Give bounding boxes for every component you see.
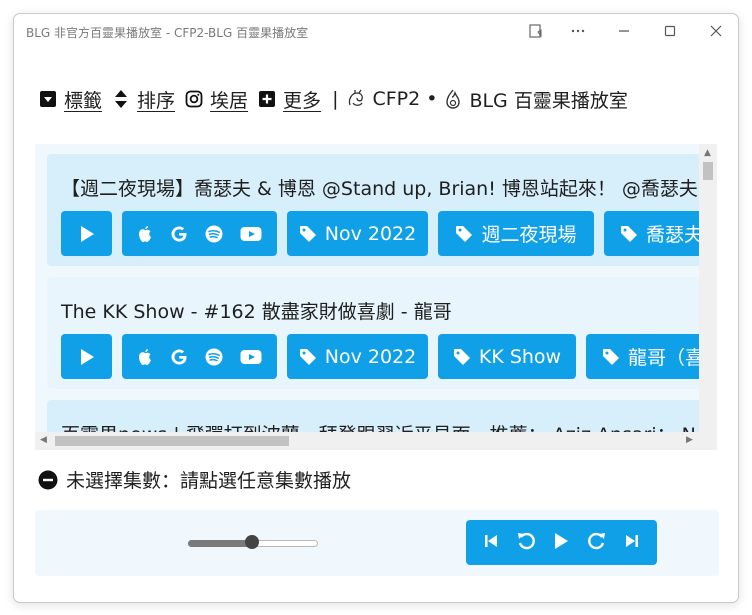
play-episode-button[interactable] (61, 211, 112, 256)
caret-square-down-icon (38, 89, 58, 109)
tag-button[interactable]: 喬瑟夫 (604, 211, 699, 256)
episode-title: The KK Show - #162 散盡家財做喜劇 - 龍哥 (61, 301, 452, 323)
nav-home-link[interactable]: 埃居 (210, 86, 248, 113)
tag-icon (299, 348, 317, 366)
flame-icon (443, 89, 463, 109)
minus-circle-icon (38, 470, 58, 490)
scroll-right-icon[interactable]: ▶ (686, 435, 693, 445)
tag-button[interactable]: 週二夜現場 (438, 211, 594, 256)
scroll-left-icon[interactable]: ◀ (40, 435, 47, 445)
episode-list: 【週二夜現場】喬瑟夫 & 博恩 @Stand up, Brian! 博恩站起來！… (47, 154, 699, 436)
nav-more-link[interactable]: 更多 (283, 86, 321, 113)
minimize-icon[interactable] (610, 20, 638, 42)
instagram-icon (184, 89, 204, 109)
nav-cfp-label: CFP2 (372, 88, 421, 110)
tag-icon (455, 225, 473, 243)
sort-icon (111, 89, 131, 109)
volume-fill (188, 540, 252, 547)
skip-forward-icon[interactable] (624, 533, 640, 553)
tag-label: 喬瑟夫 (646, 224, 699, 246)
episode-card[interactable]: The KK Show - #162 散盡家財做喜劇 - 龍哥 Nov 2022 (47, 277, 699, 389)
tag-button[interactable]: Nov 2022 (287, 211, 428, 256)
scroll-up-icon[interactable]: ▲ (704, 148, 711, 158)
tag-icon (299, 225, 317, 243)
platform-links-button[interactable] (122, 334, 277, 379)
volume-slider[interactable] (188, 534, 318, 552)
play-icon (80, 225, 94, 242)
horizontal-scrollbar[interactable]: ◀ ▶ (35, 432, 699, 450)
vertical-scroll-thumb[interactable] (703, 162, 713, 180)
tag-icon (620, 225, 638, 243)
play-icon (80, 348, 94, 365)
forward-icon[interactable] (587, 531, 607, 555)
episode-list-panel[interactable]: 【週二夜現場】喬瑟夫 & 博恩 @Stand up, Brian! 博恩站起來！… (35, 144, 717, 450)
episode-card[interactable]: 【週二夜現場】喬瑟夫 & 博恩 @Stand up, Brian! 博恩站起來！… (47, 154, 699, 266)
title-bar: BLG 非官方百靈果播放室 - CFP2-BLG 百靈果播放室 (14, 14, 738, 48)
horizontal-scroll-thumb[interactable] (55, 436, 289, 446)
tag-icon (602, 348, 620, 366)
plus-square-icon (257, 89, 277, 109)
youtube-icon (240, 349, 262, 364)
tag-label: KK Show (478, 345, 562, 368)
apple-icon (139, 348, 152, 365)
youtube-icon (240, 226, 262, 241)
tag-icon (453, 348, 471, 366)
platform-links-button[interactable] (122, 211, 277, 256)
top-nav: 標籤 排序 埃居 更多 | CFP2 • BLG 百靈果播放室 (38, 84, 634, 114)
tag-button[interactable]: 龍哥（喜 (586, 334, 699, 379)
close-icon[interactable] (702, 20, 730, 42)
playback-status: 未選擇集數：請點選任意集數播放 (38, 466, 351, 493)
tag-label: Nov 2022 (324, 345, 417, 368)
maximize-icon[interactable] (656, 20, 684, 42)
play-icon[interactable] (552, 532, 570, 554)
volume-knob[interactable] (245, 535, 259, 549)
tag-button[interactable]: Nov 2022 (287, 334, 428, 379)
play-episode-button[interactable] (61, 334, 112, 379)
status-text: 未選擇集數：請點選任意集數播放 (66, 470, 352, 492)
tag-label: 龍哥（喜 (628, 347, 699, 369)
app-window: BLG 非官方百靈果播放室 - CFP2-BLG 百靈果播放室 標籤 排序 埃居 (13, 13, 739, 603)
playback-controls (466, 520, 657, 565)
episode-title: 【週二夜現場】喬瑟夫 & 博恩 @Stand up, Brian! 博恩站起來！… (61, 178, 698, 200)
reader-icon[interactable] (522, 20, 550, 42)
more-icon[interactable] (564, 20, 592, 42)
tag-label: Nov 2022 (324, 222, 417, 245)
vertical-scrollbar[interactable]: ▲ (699, 144, 717, 450)
nav-brand-label: BLG 百靈果播放室 (469, 89, 628, 112)
apple-icon (139, 225, 152, 242)
tag-label: 週二夜現場 (481, 224, 577, 246)
nav-sort-link[interactable]: 排序 (137, 86, 175, 113)
rewind-icon[interactable] (516, 531, 536, 555)
google-icon (171, 226, 187, 241)
window-title: BLG 非官方百靈果播放室 - CFP2-BLG 百靈果播放室 (26, 26, 309, 40)
nav-separator: | (332, 88, 339, 110)
spotify-icon (205, 225, 223, 242)
skip-back-icon[interactable] (483, 533, 499, 553)
google-icon (171, 349, 187, 364)
nav-tags-link[interactable]: 標籤 (64, 86, 102, 113)
dragon-icon (346, 89, 366, 109)
episode-card[interactable]: 百靈果news | 飛彈打到波蘭、拜登跟習近平見面、推薦： Aziz Ansar… (47, 400, 699, 436)
tag-button[interactable]: KK Show (438, 334, 576, 379)
spotify-icon (205, 348, 223, 365)
nav-dot: • (426, 88, 438, 110)
player-bar (35, 510, 719, 576)
